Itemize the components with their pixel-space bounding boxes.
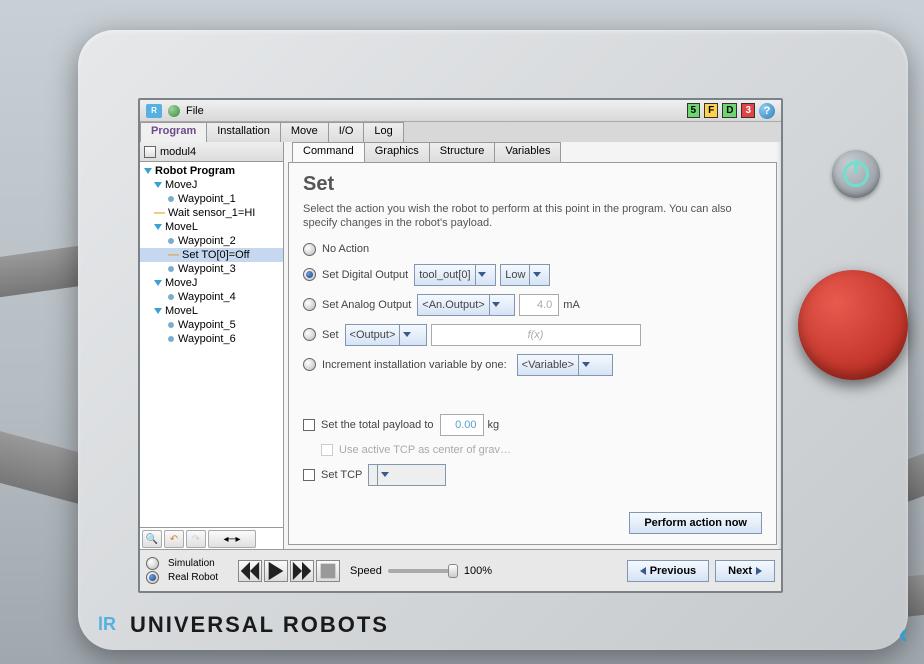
power-button[interactable] xyxy=(832,150,880,198)
brand-text: UNIVERSAL ROBOTS xyxy=(130,612,389,638)
tree-item: MoveL xyxy=(140,220,283,234)
tree-item: Waypoint_2 xyxy=(140,234,283,248)
tree-item: MoveJ xyxy=(140,178,283,192)
analog-value-input[interactable] xyxy=(519,294,559,316)
forward-button[interactable] xyxy=(290,560,314,582)
workspace: modul4 Robot Program MoveJ Waypoint_1 —W… xyxy=(140,142,781,549)
tab-program[interactable]: Program xyxy=(140,122,207,142)
digital-value-select[interactable]: Low xyxy=(500,264,550,286)
increment-variable-select[interactable]: <Variable> xyxy=(517,354,613,376)
redo-icon[interactable]: ↷ xyxy=(186,530,206,548)
panel-title: Set xyxy=(303,173,762,196)
tree-item: Waypoint_6 xyxy=(140,332,283,346)
tree-item: Waypoint_3 xyxy=(140,262,283,276)
move-arrows[interactable]: ◂─▸ xyxy=(208,530,256,548)
tcp-select[interactable] xyxy=(368,464,446,486)
brand: lR UNIVERSAL ROBOTS xyxy=(98,612,389,638)
option-increment-variable[interactable]: Increment installation variable by one: … xyxy=(303,354,762,376)
checkbox-payload[interactable]: Set the total payload to kg xyxy=(303,414,762,436)
set-output-select[interactable]: <Output> xyxy=(345,324,427,346)
speed-slider[interactable] xyxy=(388,569,458,573)
speed-control: Speed 100% xyxy=(350,565,492,577)
file-menu[interactable]: File xyxy=(186,105,204,117)
tab-log[interactable]: Log xyxy=(363,122,403,142)
checkbox-set-tcp[interactable]: Set TCP xyxy=(303,464,762,486)
sub-tabs: Command Graphics Structure Variables xyxy=(284,142,781,162)
tab-installation[interactable]: Installation xyxy=(206,122,281,142)
option-set-output[interactable]: Set <Output> f(x) xyxy=(303,324,762,346)
chevron-left-icon[interactable]: ‹ xyxy=(899,618,908,650)
teach-pendant: R File 5FD3 ? Program Installation Move … xyxy=(78,30,908,650)
payload-input[interactable] xyxy=(440,414,484,436)
titlebar: R File 5FD3 ? xyxy=(140,100,781,122)
tab-io[interactable]: I/O xyxy=(328,122,365,142)
checkbox-tcp-gravity: Use active TCP as center of grav… xyxy=(303,444,762,456)
program-header: modul4 xyxy=(140,142,283,162)
panel-description: Select the action you wish the robot to … xyxy=(303,202,762,231)
fx-expression-input[interactable]: f(x) xyxy=(431,324,641,346)
search-icon[interactable]: 🔍 xyxy=(142,530,162,548)
play-button[interactable] xyxy=(264,560,288,582)
program-tree-panel: modul4 Robot Program MoveJ Waypoint_1 —W… xyxy=(140,142,284,549)
screen: R File 5FD3 ? Program Installation Move … xyxy=(138,98,783,593)
rewind-button[interactable] xyxy=(238,560,262,582)
tree-item: Waypoint_4 xyxy=(140,290,283,304)
previous-button[interactable]: Previous xyxy=(627,560,709,582)
help-icon[interactable]: ? xyxy=(759,103,775,119)
run-mode[interactable]: Simulation Real Robot xyxy=(146,557,218,584)
globe-icon[interactable] xyxy=(168,105,180,117)
stop-button[interactable] xyxy=(316,560,340,582)
emergency-stop-button[interactable] xyxy=(798,270,908,380)
tree-item: —Wait sensor_1=HI xyxy=(140,206,283,220)
next-button[interactable]: Next xyxy=(715,560,775,582)
subtab-structure[interactable]: Structure xyxy=(429,142,496,162)
main-tabs: Program Installation Move I/O Log xyxy=(140,122,781,142)
status-indicator: 5FD3 ? xyxy=(687,103,775,119)
tree-toolbar: 🔍 ↶ ↷ ◂─▸ xyxy=(140,527,283,549)
subtab-graphics[interactable]: Graphics xyxy=(364,142,430,162)
option-no-action[interactable]: No Action xyxy=(303,243,762,256)
tab-move[interactable]: Move xyxy=(280,122,329,142)
transport-controls xyxy=(238,560,340,582)
option-digital-output[interactable]: Set Digital Output tool_out[0] Low xyxy=(303,264,762,286)
subtab-command[interactable]: Command xyxy=(292,142,365,162)
tree-item: Waypoint_1 xyxy=(140,192,283,206)
program-tree[interactable]: Robot Program MoveJ Waypoint_1 —Wait sen… xyxy=(140,162,283,527)
tree-item-selected: —Set TO[0]=Off xyxy=(140,248,283,262)
analog-output-select[interactable]: <An.Output> xyxy=(417,294,515,316)
command-body: Set Select the action you wish the robot… xyxy=(288,162,777,545)
subtab-variables[interactable]: Variables xyxy=(494,142,561,162)
save-icon[interactable] xyxy=(144,146,156,158)
undo-icon[interactable]: ↶ xyxy=(164,530,184,548)
power-icon xyxy=(843,161,869,187)
tree-item: Waypoint_5 xyxy=(140,318,283,332)
command-panel: Command Graphics Structure Variables Set… xyxy=(284,142,781,549)
digital-output-select[interactable]: tool_out[0] xyxy=(414,264,496,286)
tree-item: MoveJ xyxy=(140,276,283,290)
program-name: modul4 xyxy=(160,146,196,158)
tree-item: MoveL xyxy=(140,304,283,318)
ur-logo-icon: lR xyxy=(98,614,120,636)
perform-action-button[interactable]: Perform action now xyxy=(629,512,762,534)
ur-logo-icon: R xyxy=(146,104,162,118)
option-analog-output[interactable]: Set Analog Output <An.Output> mA xyxy=(303,294,762,316)
footer-bar: Simulation Real Robot Speed 100% Previou… xyxy=(140,549,781,591)
